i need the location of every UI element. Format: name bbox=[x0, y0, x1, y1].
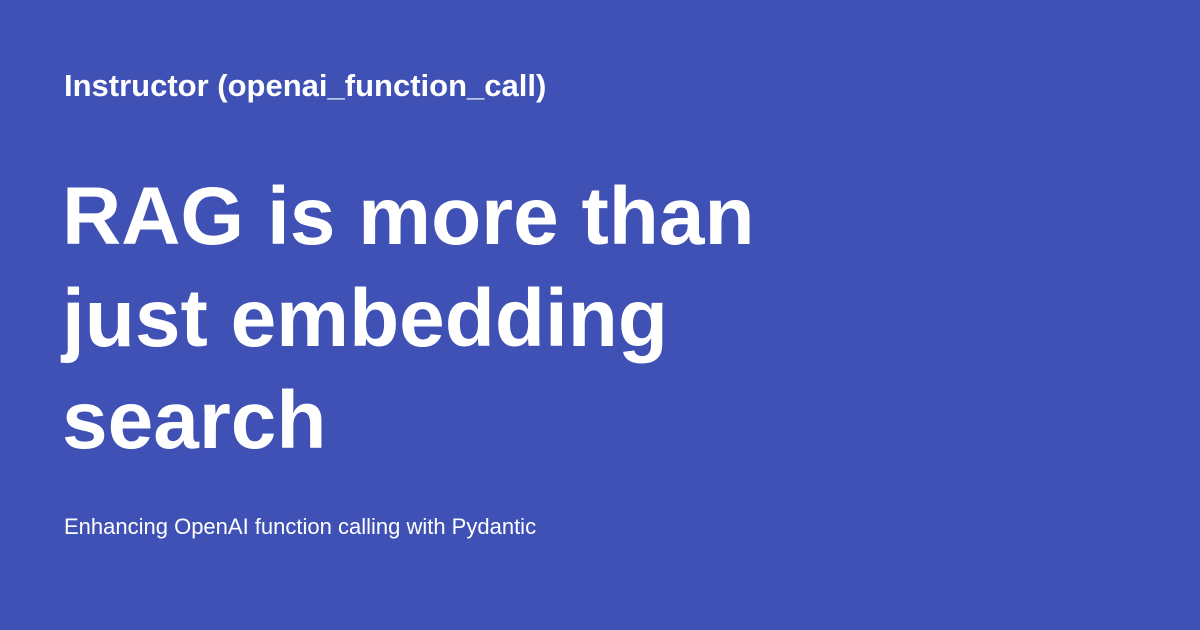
page-title: RAG is more than just embedding search bbox=[62, 171, 755, 466]
page-description: Enhancing OpenAI function calling with P… bbox=[64, 514, 537, 539]
site-name: Instructor (openai_function_call) bbox=[64, 68, 547, 103]
social-card: Instructor (openai_function_call) RAG is… bbox=[0, 0, 1200, 630]
